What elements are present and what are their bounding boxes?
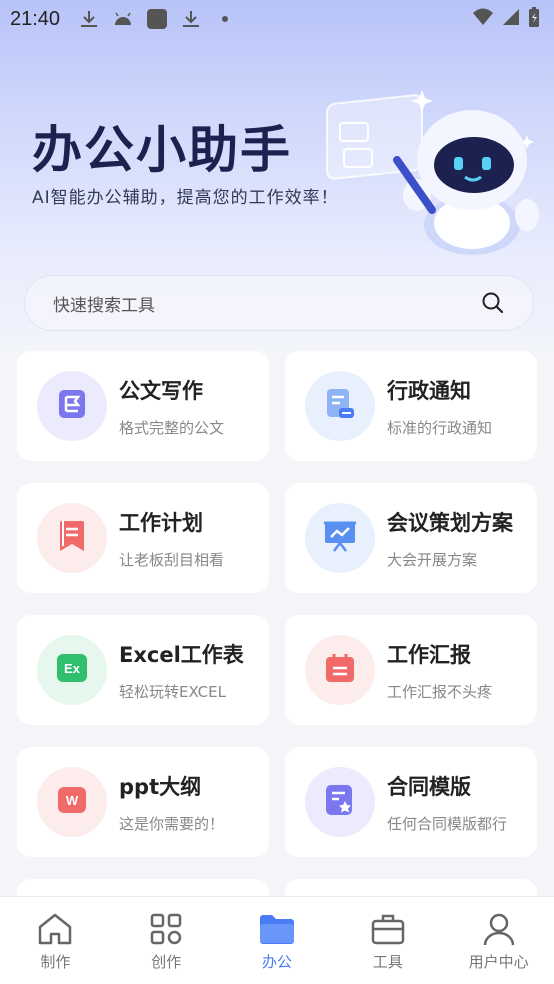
presentation-icon bbox=[323, 520, 357, 556]
download-icon bbox=[78, 8, 100, 30]
tool-title: 工作汇报 bbox=[387, 642, 471, 667]
tool-title: 公文写作 bbox=[119, 378, 203, 403]
search-bar[interactable]: 快速搜索工具 bbox=[24, 275, 534, 331]
tool-title: 工作计划 bbox=[119, 510, 203, 535]
tool-desc: 任何合同模版都行 bbox=[387, 814, 508, 833]
status-time: 21:40 bbox=[10, 7, 61, 30]
card-icon-circle: Ex bbox=[37, 635, 107, 705]
signal-icon bbox=[502, 7, 520, 31]
contract-star-icon bbox=[325, 784, 355, 820]
android-icon bbox=[112, 8, 134, 30]
tool-desc: 格式完整的公文 bbox=[119, 418, 225, 437]
tab-tools[interactable]: 工具 bbox=[332, 897, 443, 984]
briefcase-icon bbox=[370, 911, 406, 947]
tool-card-contract-template[interactable]: 合同模版 任何合同模版都行 bbox=[285, 747, 537, 857]
ppt-icon: W bbox=[57, 786, 87, 818]
bottom-tab-bar: 制作 创作 办公 工具 用户中心 bbox=[0, 896, 554, 984]
robot-illustration bbox=[322, 85, 547, 255]
tab-make[interactable]: 制作 bbox=[0, 897, 111, 984]
tool-card-meeting-plan[interactable]: 会议策划方案 大会开展方案 bbox=[285, 483, 537, 593]
tool-title: 会议策划方案 bbox=[387, 510, 513, 535]
battery-icon bbox=[528, 6, 540, 32]
search-input[interactable]: 快速搜索工具 bbox=[53, 291, 481, 316]
card-icon-circle bbox=[305, 503, 375, 573]
tab-label: 办公 bbox=[261, 953, 292, 971]
tool-desc: 大会开展方案 bbox=[387, 550, 478, 569]
svg-text:W: W bbox=[66, 793, 79, 808]
tab-label: 工具 bbox=[372, 953, 403, 971]
folder-icon bbox=[259, 911, 295, 947]
tool-title: 行政通知 bbox=[387, 378, 471, 403]
wifi-icon bbox=[472, 7, 494, 31]
tab-label: 用户中心 bbox=[468, 953, 529, 971]
tool-desc: 让老板刮目相看 bbox=[119, 550, 225, 569]
tool-desc: 工作汇报不头疼 bbox=[387, 682, 493, 701]
card-icon-circle bbox=[305, 371, 375, 441]
tool-title: ppt大纲 bbox=[119, 774, 202, 799]
card-icon-circle: W bbox=[37, 767, 107, 837]
tool-desc: 标准的行政通知 bbox=[387, 418, 493, 437]
tab-label: 创作 bbox=[151, 953, 182, 971]
tool-title: 合同模版 bbox=[387, 774, 471, 799]
tab-office[interactable]: 办公 bbox=[222, 897, 333, 984]
excel-icon: Ex bbox=[56, 653, 88, 687]
tool-title: Excel工作表 bbox=[119, 642, 244, 667]
bookmark-plan-icon bbox=[58, 520, 86, 556]
card-icon-circle bbox=[37, 371, 107, 441]
document-flag-icon bbox=[58, 389, 86, 423]
user-icon bbox=[481, 911, 517, 947]
download-icon bbox=[180, 8, 202, 30]
tool-card-admin-notice[interactable]: 行政通知 标准的行政通知 bbox=[285, 351, 537, 461]
search-icon[interactable] bbox=[481, 291, 505, 315]
calendar-report-icon bbox=[325, 653, 355, 687]
card-icon-circle bbox=[305, 767, 375, 837]
tool-card-excel[interactable]: Ex Excel工作表 轻松玩转EXCEL bbox=[17, 615, 269, 725]
hero-title: 办公小助手 bbox=[32, 121, 292, 179]
svg-text:Ex: Ex bbox=[64, 661, 81, 676]
tool-card-work-plan[interactable]: 工作计划 让老板刮目相看 bbox=[17, 483, 269, 593]
tool-desc: 这是你需要的！ bbox=[119, 814, 225, 833]
tool-card-official-document[interactable]: 公文写作 格式完整的公文 bbox=[17, 351, 269, 461]
grid-apps-icon bbox=[148, 911, 184, 947]
tool-desc: 轻松玩转EXCEL bbox=[119, 682, 226, 701]
app-square-icon bbox=[146, 8, 168, 30]
tab-user-center[interactable]: 用户中心 bbox=[443, 897, 554, 984]
hero-subtitle: AI智能办公辅助，提高您的工作效率！ bbox=[32, 188, 339, 208]
card-icon-circle bbox=[305, 635, 375, 705]
tab-label: 制作 bbox=[40, 953, 71, 971]
dot-icon bbox=[214, 8, 236, 30]
tool-card-work-report[interactable]: 工作汇报 工作汇报不头疼 bbox=[285, 615, 537, 725]
tab-create[interactable]: 创作 bbox=[111, 897, 222, 984]
status-bar: 21:40 bbox=[0, 0, 554, 38]
home-icon bbox=[37, 911, 73, 947]
tool-card-ppt-outline[interactable]: W ppt大纲 这是你需要的！ bbox=[17, 747, 269, 857]
notice-doc-icon bbox=[325, 388, 355, 424]
card-icon-circle bbox=[37, 503, 107, 573]
